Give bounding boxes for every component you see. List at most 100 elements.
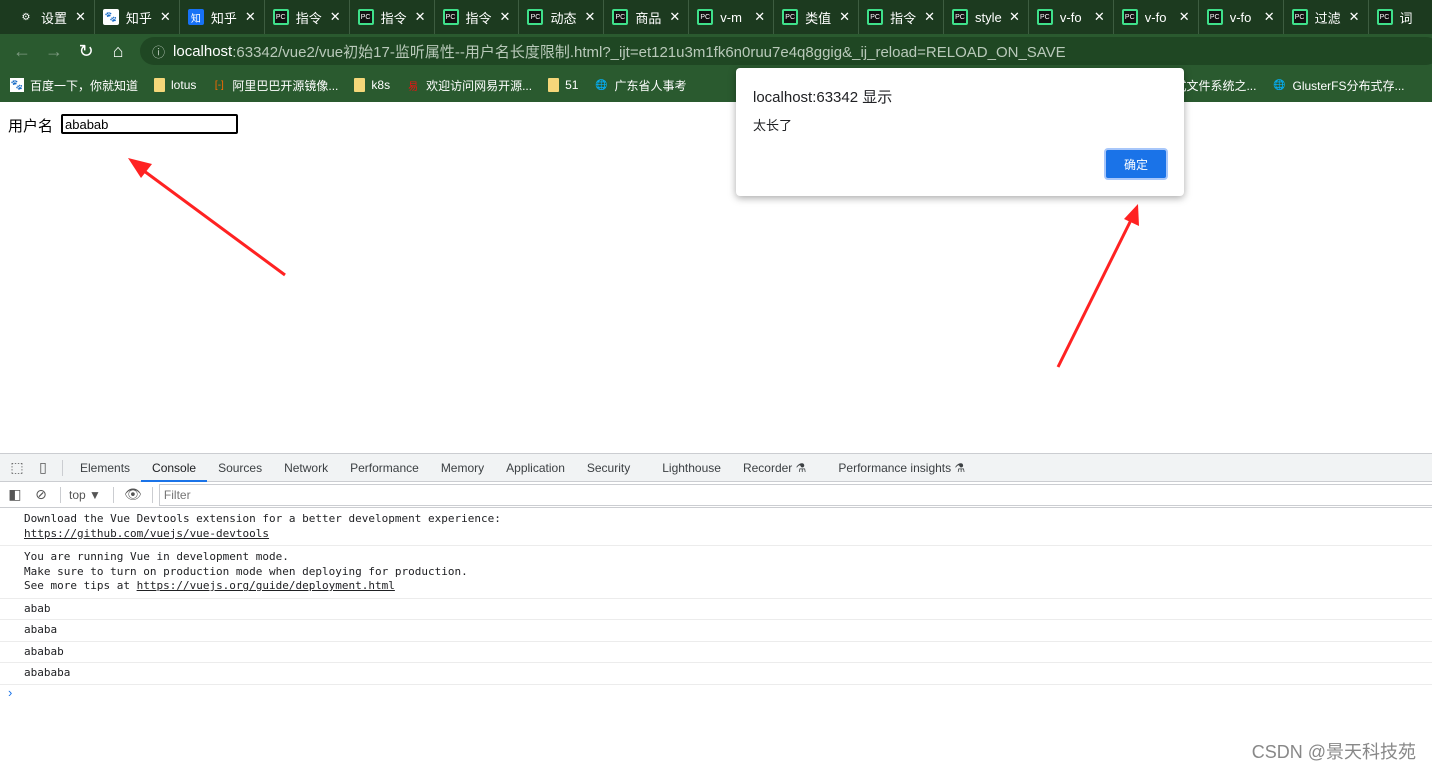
tab[interactable]: PC 商品 ✕ <box>604 0 690 34</box>
pycharm-icon: PC <box>1036 9 1053 25</box>
pycharm-icon: PC <box>1376 9 1393 25</box>
tab[interactable]: 知知乎 ✕ <box>180 0 265 34</box>
tab[interactable]: PC style ✕ <box>944 0 1029 34</box>
tab[interactable]: PC 词 <box>1369 0 1432 34</box>
alert-dialog: localhost:63342 显示 太长了 确定 <box>736 68 1184 196</box>
tab-lighthouse[interactable]: Lighthouse <box>651 454 732 482</box>
globe-icon: 🌐 <box>595 79 608 91</box>
ok-button[interactable]: 确定 <box>1104 148 1168 180</box>
inspect-element-icon[interactable]: ⬚ <box>4 459 30 476</box>
tab[interactable]: PC v-fo ✕ <box>1199 0 1284 34</box>
console-message: You are running Vue in development mode.… <box>0 546 1432 599</box>
close-tab-icon[interactable]: ✕ <box>1264 9 1275 25</box>
close-tab-icon[interactable]: ✕ <box>75 9 86 25</box>
address-bar[interactable]: ⓘ localhost:63342/vue2/vue初始17-监听属性--用户名… <box>140 37 1432 65</box>
close-tab-icon[interactable]: ✕ <box>584 9 595 25</box>
reload-icon[interactable]: ↻ <box>70 41 102 62</box>
bookmark[interactable]: 🌐 GlusterFS分布式存... <box>1272 77 1404 94</box>
clear-console-icon[interactable]: ⊘ <box>28 486 54 503</box>
tab[interactable]: ⚙ 设置 ✕ <box>10 0 95 34</box>
close-tab-icon[interactable]: ✕ <box>1179 9 1190 25</box>
pycharm-icon: PC <box>357 9 374 25</box>
pycharm-icon: PC <box>867 9 884 25</box>
close-tab-icon[interactable]: ✕ <box>1009 9 1020 25</box>
tab-network[interactable]: Network <box>273 454 339 482</box>
device-toolbar-icon[interactable]: ▯ <box>30 459 56 476</box>
console-log: ababa <box>0 620 1432 642</box>
console-filter-input[interactable] <box>158 483 1432 506</box>
tab-console[interactable]: Console <box>141 454 208 482</box>
tab[interactable]: PC v-fo ✕ <box>1029 0 1114 34</box>
console-log: abababa <box>0 663 1432 685</box>
bookmark[interactable]: 🐾 百度一下，你就知道 <box>10 77 138 94</box>
bookmark-folder[interactable]: lotus <box>154 78 196 92</box>
close-tab-icon[interactable]: ✕ <box>330 9 341 25</box>
close-tab-icon[interactable]: ✕ <box>839 9 850 25</box>
folder-icon <box>548 78 560 92</box>
close-tab-icon[interactable]: ✕ <box>245 9 256 25</box>
pycharm-icon: PC <box>527 9 544 25</box>
tab[interactable]: PC 指令 ✕ <box>859 0 944 34</box>
netease-icon: 易 <box>408 81 419 93</box>
baidu-icon: 🐾 <box>102 9 119 25</box>
tab-performance-insights[interactable]: Performance insights ⚗ <box>827 454 976 482</box>
bookmark[interactable]: 易欢迎访问网易开源... <box>406 77 532 94</box>
tab[interactable]: PC 指令 ✕ <box>265 0 350 34</box>
tab-recorder[interactable]: Recorder ⚗ <box>732 454 817 482</box>
baidu-icon: 🐾 <box>10 78 24 92</box>
bookmark[interactable]: 🌐 广东省人事考 <box>594 77 686 94</box>
close-tab-icon[interactable]: ✕ <box>415 9 426 25</box>
tab[interactable]: PC 指令 ✕ <box>350 0 435 34</box>
username-label: 用户名 <box>8 118 54 135</box>
pycharm-icon: PC <box>951 9 968 25</box>
dialog-title: localhost:63342 显示 <box>753 89 893 106</box>
tab[interactable]: PC v-fo ✕ <box>1114 0 1199 34</box>
vue-devtools-link[interactable]: https://github.com/vuejs/vue-devtools <box>24 527 269 540</box>
tab-security[interactable]: Security <box>576 454 641 482</box>
close-tab-icon[interactable]: ✕ <box>924 9 935 25</box>
tab[interactable]: PC 过滤 ✕ <box>1284 0 1369 34</box>
deployment-guide-link[interactable]: https://vuejs.org/guide/deployment.html <box>137 579 395 592</box>
tab-elements[interactable]: Elements <box>69 454 141 482</box>
back-icon[interactable]: ← <box>6 41 38 62</box>
tab-memory[interactable]: Memory <box>430 454 495 482</box>
close-tab-icon[interactable]: ✕ <box>160 9 171 25</box>
tab[interactable]: PC 类值 ✕ <box>774 0 860 34</box>
tab-strip: ⚙ 设置 ✕ 🐾 知乎 ✕ 知知乎 ✕ PC 指令 ✕ PC 指令 ✕ PC 指令 ✕ PC 动态 ✕ P… <box>0 0 1432 34</box>
bookmark[interactable]: [-] 阿里巴巴开源镜像... <box>212 77 338 94</box>
close-tab-icon[interactable]: ✕ <box>1349 9 1360 25</box>
tab[interactable]: PC 动态 ✕ <box>519 0 605 34</box>
bookmarks-bar: 🐾 百度一下，你就知道 lotus [-] 阿里巴巴开源镜像... k8s 易欢迎访… <box>0 68 1432 102</box>
pycharm-icon: PC <box>272 9 289 25</box>
tab[interactable]: PC 指令 ✕ <box>435 0 520 34</box>
sidebar-toggle-icon[interactable]: ◧ <box>2 486 28 503</box>
home-icon[interactable]: ⌂ <box>102 41 134 62</box>
username-input[interactable] <box>61 114 238 134</box>
live-expression-eye-icon[interactable]: 👁 <box>120 486 146 503</box>
pycharm-icon: PC <box>782 9 799 25</box>
context-selector[interactable]: top ▼ <box>69 488 101 502</box>
tab-application[interactable]: Application <box>495 454 576 482</box>
browser-toolbar: ← → ↻ ⌂ ⓘ localhost:63342/vue2/vue初始17-监… <box>0 34 1432 68</box>
info-icon[interactable]: ⓘ <box>152 42 165 61</box>
close-tab-icon[interactable]: ✕ <box>500 9 511 25</box>
close-tab-icon[interactable]: ✕ <box>754 9 765 25</box>
devtools-panel: ⬚ ▯ Elements Console Sources Network Per… <box>0 453 1432 772</box>
pycharm-icon: PC <box>697 9 714 25</box>
page-content: 用户名 <box>0 102 1432 453</box>
pycharm-icon: PC <box>1206 9 1223 25</box>
tab-performance[interactable]: Performance <box>339 454 430 482</box>
devtools-tabs: ⬚ ▯ Elements Console Sources Network Per… <box>0 454 1432 482</box>
console-prompt[interactable]: › <box>0 685 1432 700</box>
bookmark-folder[interactable]: 51 <box>548 78 578 92</box>
close-tab-icon[interactable]: ✕ <box>1094 9 1105 25</box>
tab-sources[interactable]: Sources <box>207 454 273 482</box>
console-toolbar: ◧ ⊘ top ▼ 👁 <box>0 482 1432 508</box>
dialog-message: 太长了 <box>753 118 793 133</box>
forward-icon[interactable]: → <box>38 41 70 62</box>
tab[interactable]: PC v-m ✕ <box>689 0 775 34</box>
pycharm-icon: PC <box>442 9 459 25</box>
close-tab-icon[interactable]: ✕ <box>669 9 680 25</box>
tab[interactable]: 🐾 知乎 ✕ <box>95 0 180 34</box>
bookmark-folder[interactable]: k8s <box>354 78 390 92</box>
